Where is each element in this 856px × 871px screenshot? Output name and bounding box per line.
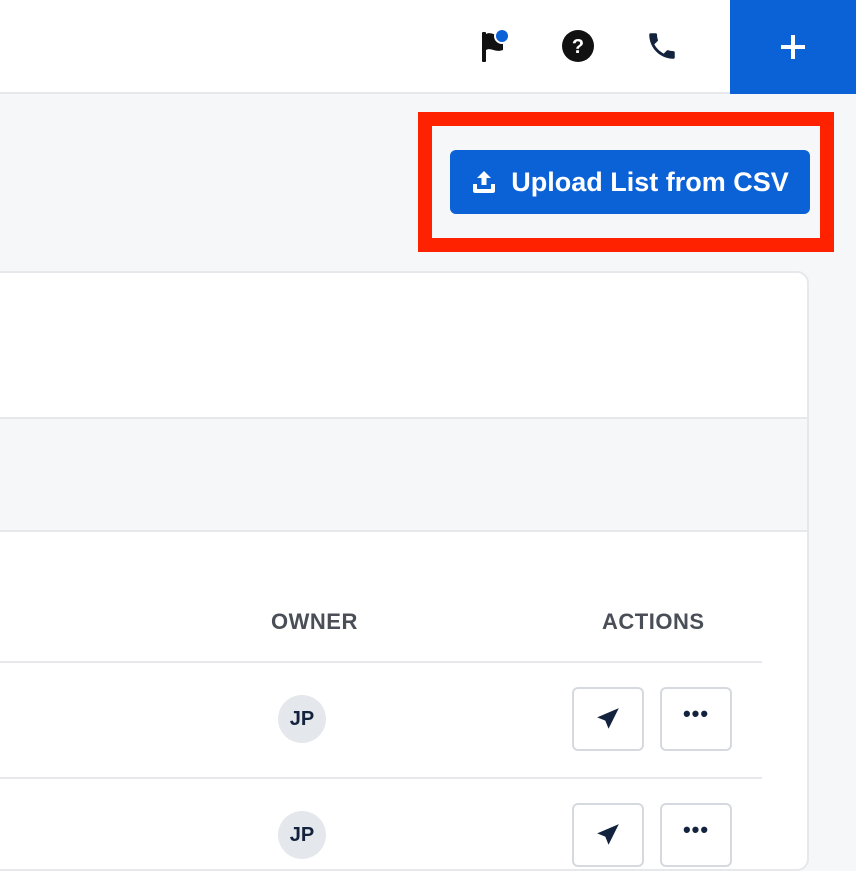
owner-avatar: JP — [278, 695, 326, 743]
phone-icon[interactable] — [642, 26, 682, 66]
upload-icon — [473, 171, 496, 193]
send-button[interactable] — [572, 687, 644, 751]
more-actions-button[interactable]: ••• — [660, 803, 732, 867]
flag-icon[interactable] — [472, 26, 512, 66]
help-icon[interactable]: ? — [558, 26, 598, 66]
upload-button-label: Upload List from CSV — [511, 166, 789, 197]
plus-icon — [781, 35, 805, 59]
svg-text:?: ? — [572, 36, 584, 58]
more-icon: ••• — [682, 817, 710, 842]
header-divider — [0, 661, 762, 663]
lists-card: OWNER ACTIONS JP ••• JP ••• — [0, 271, 809, 871]
row-divider — [0, 777, 762, 779]
owner-column-header: OWNER — [271, 609, 358, 634]
more-icon: ••• — [682, 701, 710, 726]
send-button[interactable] — [572, 803, 644, 867]
send-icon — [597, 824, 619, 845]
filter-band — [0, 417, 807, 532]
more-actions-button[interactable]: ••• — [660, 687, 732, 751]
actions-column-header: ACTIONS — [602, 609, 705, 634]
owner-avatar: JP — [278, 811, 326, 859]
send-icon — [597, 708, 619, 729]
add-button[interactable] — [730, 0, 856, 94]
notification-dot — [494, 28, 510, 44]
top-bar: ? — [0, 0, 856, 94]
upload-list-csv-button[interactable]: Upload List from CSV — [450, 150, 810, 214]
